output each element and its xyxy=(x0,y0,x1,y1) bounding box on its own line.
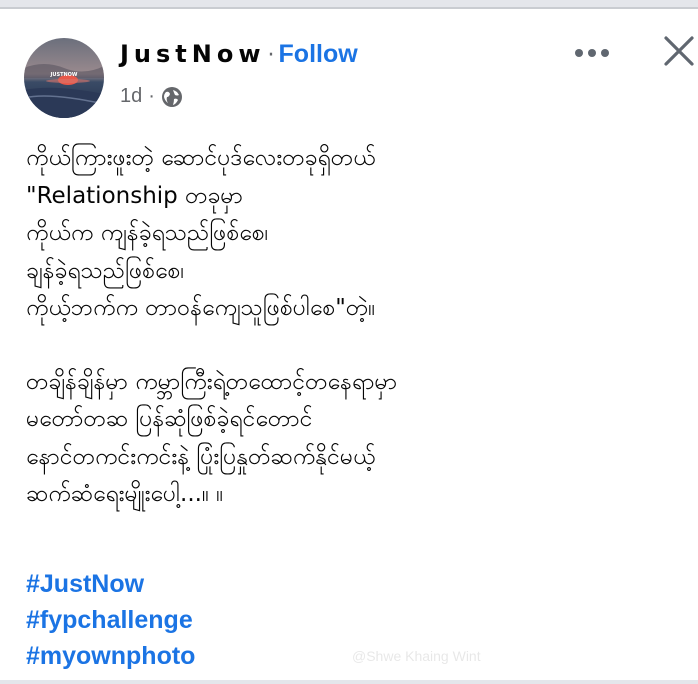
author-name[interactable]: JustNow xyxy=(120,40,266,68)
post-timestamp[interactable]: 1d xyxy=(120,85,142,108)
watermark: @Shwe Khaing Wint xyxy=(352,648,481,664)
dot-separator: · xyxy=(267,43,275,68)
close-icon xyxy=(664,36,694,66)
post-meta: 1d · xyxy=(120,85,183,108)
avatar[interactable]: JUSTNOW xyxy=(24,38,104,118)
close-button[interactable] xyxy=(660,32,698,72)
author-line: JustNow · Follow xyxy=(120,40,358,69)
post-text-line: ဆက်ဆံရေးမျိုးပေါ့...။ ။ xyxy=(26,481,224,507)
post-text-line: ကိုယ်ကြားဖူးတဲ့ ဆောင်ပုဒ်လေးတခုရှိတယ် xyxy=(26,145,376,171)
more-options-button[interactable] xyxy=(570,36,620,70)
bottom-divider xyxy=(0,680,698,684)
post-text-line: နောင်တကင်းကင်းနဲ့ ပြုံးပြနှုတ်ဆက်နိုင်မယ… xyxy=(26,443,376,470)
meta-dot: · xyxy=(148,85,155,107)
post-text-line: တချိန်ချိန်မှာ ကမ္ဘာကြီးရဲ့တထောင့်တနေရာမ… xyxy=(26,368,398,395)
hashtag-justnow[interactable]: #JustNow xyxy=(26,566,195,602)
globe-icon xyxy=(161,86,183,108)
post-text-line: ကိုယ့်ဘက်က တာဝန်ကျေသူဖြစ်ပါစေ"တဲ့။ xyxy=(26,295,376,321)
top-divider xyxy=(0,0,698,9)
post-text: ကိုယ်ကြားဖူးတဲ့ ဆောင်ပုဒ်လေးတခုရှိတယ် "R… xyxy=(26,140,686,514)
follow-button[interactable]: Follow xyxy=(279,40,358,69)
post-text-line: ကိုယ်က ကျန်ခဲ့ရသည်ဖြစ်စေ၊ xyxy=(26,220,269,246)
post-text-line: မတော်တဆ ပြန်ဆုံဖြစ်ခဲ့ရင်တောင် xyxy=(26,406,313,432)
post-text-line: "Relationship တခုမှာ xyxy=(26,182,244,209)
avatar-image: JUSTNOW xyxy=(24,38,104,118)
hashtag-list: #JustNow #fypchallenge #myownphoto xyxy=(26,566,195,674)
hashtag-fypchallenge[interactable]: #fypchallenge xyxy=(26,602,195,638)
post-text-line: ချန်ခဲ့ရသည်ဖြစ်စေ၊ xyxy=(26,257,185,284)
avatar-label: JUSTNOW xyxy=(50,72,78,78)
more-horizontal-icon xyxy=(575,49,609,57)
hashtag-myownphoto[interactable]: #myownphoto xyxy=(26,638,195,674)
